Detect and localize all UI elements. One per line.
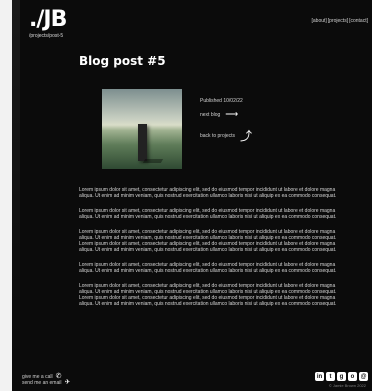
arrow-right-icon: ⟶: [225, 109, 239, 119]
paragraph: Lorem ipsum dolor sit amet, consectetur …: [79, 283, 337, 307]
paragraph: Lorem ipsum dolor sit amet, consectetur …: [79, 208, 337, 220]
instagram-icon[interactable]: o: [348, 372, 357, 381]
next-blog-label: next blog: [200, 111, 221, 118]
back-to-projects-link[interactable]: back to projects ⤴: [200, 127, 252, 144]
copyright: © Jamie Brown 2022: [328, 383, 366, 388]
send-icon: ✈: [64, 379, 71, 386]
nav-contact[interactable]: [contact]: [349, 18, 368, 24]
monolith-shape: [138, 124, 147, 161]
contact-links: give me a call ✆ send me an email ✈: [22, 373, 71, 386]
post-body: Lorem ipsum dolor sit amet, consectetur …: [79, 187, 337, 316]
site-footer: give me a call ✆ send me an email ✈ in t…: [20, 370, 372, 391]
email-label: send me an email: [22, 380, 62, 386]
nav-projects[interactable]: [projects]: [328, 18, 348, 24]
nav-about[interactable]: [about]: [312, 18, 327, 24]
arrow-up-icon: ⤴: [240, 129, 253, 143]
nav-menu: [about] [projects] [contact]: [312, 18, 369, 24]
paragraph: Lorem ipsum dolor sit amet, consectetur …: [79, 262, 337, 274]
page-frame: ./JB /projects/post-5 [about] [projects]…: [12, 0, 372, 391]
twitter-icon[interactable]: t: [326, 372, 335, 381]
post-image: [102, 89, 182, 169]
paragraph: Lorem ipsum dolor sit amet, consectetur …: [79, 229, 337, 253]
paragraph: Lorem ipsum dolor sit amet, consectetur …: [79, 187, 337, 199]
next-blog-link[interactable]: next blog ⟶: [200, 109, 238, 120]
monolith-shadow: [142, 159, 164, 163]
site-logo[interactable]: ./JB: [29, 7, 67, 32]
breadcrumb: /projects/post-5: [29, 33, 64, 39]
email-link[interactable]: send me an email ✈: [22, 379, 71, 386]
social-links: in t g o @: [315, 372, 368, 381]
back-to-projects-label: back to projects: [200, 132, 236, 139]
site-header: ./JB /projects/post-5 [about] [projects]…: [20, 4, 372, 44]
published-date: Published 10/02/22: [200, 98, 243, 104]
email-icon[interactable]: @: [359, 372, 368, 381]
left-strip: [12, 0, 20, 391]
github-icon[interactable]: g: [337, 372, 346, 381]
page-title: Blog post #5: [79, 54, 166, 68]
linkedin-icon[interactable]: in: [315, 372, 324, 381]
